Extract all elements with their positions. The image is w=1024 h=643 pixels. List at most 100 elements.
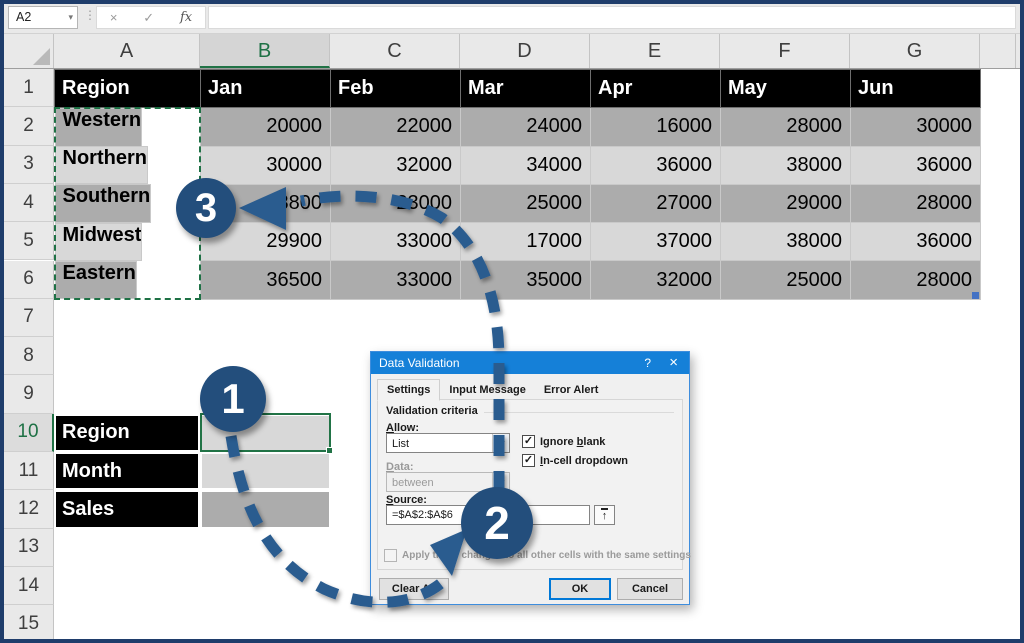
row-header-5[interactable]: 5 [4,222,54,260]
column-header-G[interactable]: G [850,34,980,68]
chevron-down-icon[interactable] [492,434,509,452]
table-header-cell[interactable]: Jan [201,70,331,108]
table-header-cell[interactable]: Feb [331,70,461,108]
step-2-number: 2 [484,496,510,550]
row-header-10[interactable]: 10 [4,414,54,452]
column-header-F[interactable]: F [720,34,850,68]
value-cell[interactable]: 36000 [851,223,981,261]
row-header-8[interactable]: 8 [4,337,54,375]
value-cell[interactable]: 37000 [591,223,721,261]
value-cell[interactable]: 25000 [461,184,591,222]
select-all-corner[interactable] [4,34,54,68]
row-header-6[interactable]: 6 [4,261,54,299]
value-cell[interactable]: 17000 [461,223,591,261]
table-row: Northern300003200034000360003800036000 [55,146,981,184]
column-header-stub[interactable] [980,34,1016,68]
value-cell[interactable]: 27000 [591,184,721,222]
column-header-C[interactable]: C [330,34,460,68]
table-header-cell[interactable]: Apr [591,70,721,108]
tab-input-message[interactable]: Input Message [440,380,534,400]
value-cell[interactable]: 32000 [591,261,721,299]
select-all-triangle-icon [33,48,50,65]
row-header-2[interactable]: 2 [4,107,54,145]
apply-label: Apply these changes to all other cells w… [402,550,691,561]
column-header-E[interactable]: E [590,34,720,68]
entry-value-cell[interactable] [200,452,331,490]
name-box[interactable]: A2 ▾ [8,6,78,29]
column-header-B[interactable]: B [200,34,330,68]
dialog-title: Data Validation [379,352,460,374]
region-cell[interactable]: Southern [55,184,152,222]
name-box-caret-icon[interactable]: ▾ [68,7,73,28]
ok-button[interactable]: OK [549,578,611,600]
value-cell[interactable]: 38000 [721,223,851,261]
value-cell[interactable]: 16000 [591,108,721,146]
value-cell[interactable]: 33000 [331,261,461,299]
allow-dropdown[interactable]: List [386,433,510,453]
incell-dropdown-checkbox[interactable]: ✓ In-cell dropdown [522,454,628,467]
ignore-blank-checkbox[interactable]: ✓ Ignore blank [522,435,605,448]
value-cell[interactable]: 34000 [461,146,591,184]
insert-function-icon[interactable]: fx [180,7,192,28]
value-cell[interactable]: 23000 [331,184,461,222]
value-cell[interactable]: 22000 [331,108,461,146]
entry-label-month[interactable]: Month [54,452,200,490]
dialog-titlebar[interactable]: Data Validation ? × [371,352,689,374]
row-header-9[interactable]: 9 [4,375,54,413]
value-cell[interactable]: 35000 [461,261,591,299]
column-header-D[interactable]: D [460,34,590,68]
tab-error-alert[interactable]: Error Alert [535,380,608,400]
region-cell[interactable]: Western [55,108,143,146]
row-header-13[interactable]: 13 [4,529,54,567]
region-cell[interactable]: Eastern [55,261,137,299]
value-cell[interactable]: 33000 [331,223,461,261]
value-cell[interactable]: 30000 [851,108,981,146]
entry-label-sales[interactable]: Sales [54,490,200,528]
column-header-A[interactable]: A [54,34,200,68]
row-header-15[interactable]: 15 [4,605,54,643]
help-icon[interactable]: ? [644,352,651,374]
close-icon[interactable]: × [669,352,678,373]
value-cell[interactable]: 38000 [721,146,851,184]
enter-icon[interactable]: ✓ [143,7,154,28]
region-cell[interactable]: Northern [55,146,148,184]
table-header-cell[interactable]: Region [55,70,201,108]
value-cell[interactable]: 30000 [201,146,331,184]
region-cell[interactable]: Midwest [55,223,143,261]
value-cell[interactable]: 29000 [721,184,851,222]
tab-settings[interactable]: Settings [377,379,440,401]
row-header-14[interactable]: 14 [4,567,54,605]
value-cell[interactable]: 20000 [201,108,331,146]
cancel-icon[interactable]: × [110,7,118,28]
value-cell[interactable]: 25000 [721,261,851,299]
clear-all-button[interactable]: Clear All [379,578,449,600]
entry-label-region[interactable]: Region [54,414,200,452]
row-header-1[interactable]: 1 [4,69,54,107]
entry-value-cell[interactable] [200,490,331,528]
table-header-cell[interactable]: Mar [461,70,591,108]
table-header-cell[interactable]: Jun [851,70,981,108]
formula-bar: A2 ▾ ⋮ × ✓ fx [0,0,1024,34]
table-header-cell[interactable]: May [721,70,851,108]
value-cell[interactable]: 36000 [591,146,721,184]
row-header-12[interactable]: 12 [4,490,54,528]
formula-input[interactable] [208,6,1016,29]
row-header-7[interactable]: 7 [4,299,54,337]
settings-tab-page: Validation criteria Allow: List ✓ Ignore… [377,399,683,570]
value-cell[interactable]: 28000 [851,261,981,299]
value-cell[interactable]: 32000 [331,146,461,184]
name-box-value: A2 [16,10,31,24]
fill-handle-icon[interactable] [326,447,333,454]
value-cell[interactable]: 36000 [851,146,981,184]
value-cell[interactable]: 28000 [851,184,981,222]
checkbox-checked-icon[interactable]: ✓ [522,454,535,467]
row-header-3[interactable]: 3 [4,146,54,184]
row-header-4[interactable]: 4 [4,184,54,222]
value-cell[interactable]: 24000 [461,108,591,146]
cancel-button[interactable]: Cancel [617,578,683,600]
value-cell[interactable]: 36500 [201,261,331,299]
value-cell[interactable]: 28000 [721,108,851,146]
checkbox-checked-icon[interactable]: ✓ [522,435,535,448]
row-header-11[interactable]: 11 [4,452,54,490]
collapse-dialog-button[interactable]: ↑ [594,505,615,525]
